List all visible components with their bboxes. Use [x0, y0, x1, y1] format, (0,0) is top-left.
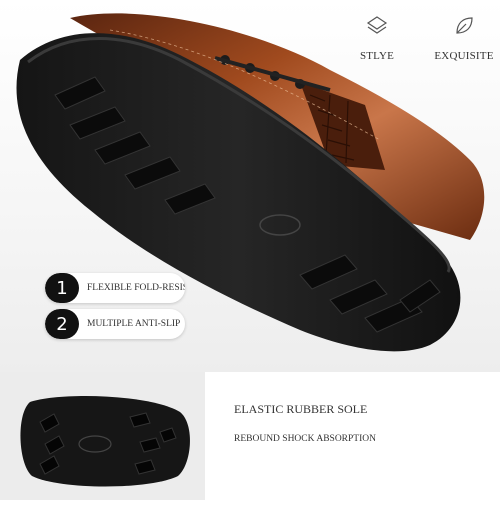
feature-exquisite-label: EXQUISITE: [434, 50, 494, 62]
pill-number: 2: [45, 309, 79, 339]
feature-exquisite: EXQUISITE: [429, 14, 499, 62]
sole-title: ELASTIC RUBBER SOLE: [234, 402, 368, 416]
feature-pill-1: 1 FLEXIBLE FOLD-RESISTANT: [45, 273, 185, 303]
sole-subtitle: REBOUND SHOCK ABSORPTION: [234, 434, 376, 444]
sole-bottom-image: [20, 396, 190, 487]
sole-detail-image: [0, 372, 205, 500]
feature-style: STLYE: [342, 14, 412, 62]
feature-style-label: STLYE: [359, 50, 395, 62]
pill-number: 1: [45, 273, 79, 303]
feature-pill-2: 2 MULTIPLE ANTI-SLIP: [45, 309, 185, 339]
hero-section: STLYE EXQUISITE 1 FLEXIBLE FOLD-RESISTAN…: [0, 0, 500, 372]
pill-text: MULTIPLE ANTI-SLIP: [87, 319, 181, 329]
pill-text: FLEXIBLE FOLD-RESISTANT: [87, 283, 185, 293]
leaf-icon: [456, 17, 473, 34]
layers-icon: [366, 16, 388, 34]
sole-detail-section: ELASTIC RUBBER SOLE REBOUND SHOCK ABSORP…: [0, 372, 500, 500]
